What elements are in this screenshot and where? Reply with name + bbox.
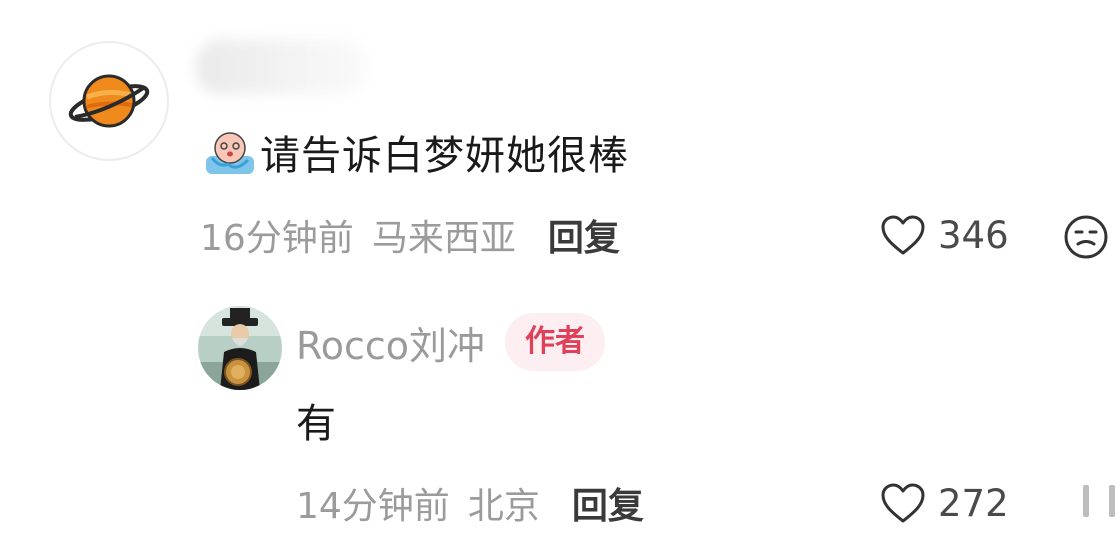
comment-body: 请告诉白梦妍她很棒 xyxy=(260,133,629,179)
blurred-username xyxy=(196,40,366,94)
reply-meta: 14分钟前 北京 回复 xyxy=(296,478,644,528)
commenter-avatar[interactable] xyxy=(49,41,169,161)
partial-reaction-icon[interactable] xyxy=(1083,480,1120,524)
painting-portrait-avatar xyxy=(198,306,282,390)
author-badge: 作者 xyxy=(504,313,605,371)
reply-reply-button[interactable]: 回复 xyxy=(572,477,644,529)
reply-author-row: Rocco刘冲 作者 xyxy=(296,313,605,371)
reply-like-button[interactable]: 272 xyxy=(880,478,1009,528)
comment-like-button[interactable]: 346 xyxy=(880,210,1009,260)
comment-location: 马来西亚 xyxy=(371,218,516,259)
reply-like-count: 272 xyxy=(938,481,1009,525)
reply-time: 14分钟前 xyxy=(296,486,450,527)
reply-author-avatar[interactable] xyxy=(198,306,282,390)
smiley-reaction-icon[interactable] xyxy=(1062,212,1112,262)
crying-emoji-icon xyxy=(202,128,258,176)
heart-icon xyxy=(881,215,925,255)
reply-text: 有 xyxy=(296,401,336,447)
comment-time: 16分钟前 xyxy=(200,218,354,259)
reply-author-name[interactable]: Rocco刘冲 xyxy=(296,315,485,370)
reply-location: 北京 xyxy=(467,486,540,527)
like-count: 346 xyxy=(938,213,1009,257)
heart-icon xyxy=(881,483,925,523)
planet-icon xyxy=(68,74,150,128)
comment-text: 请告诉白梦妍她很棒 xyxy=(202,122,629,182)
comment-meta: 16分钟前 马来西亚 回复 xyxy=(200,210,620,260)
reply-button[interactable]: 回复 xyxy=(548,209,620,261)
